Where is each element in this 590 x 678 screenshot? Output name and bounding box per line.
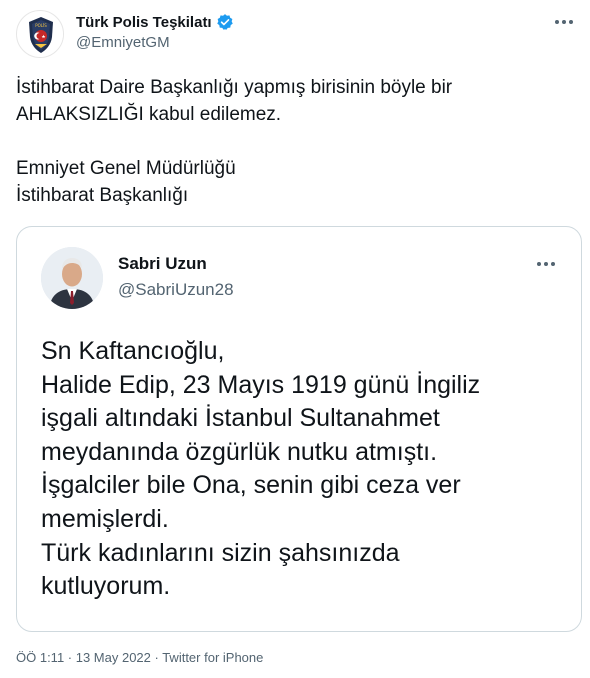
quoted-display-name[interactable]: Sabri Uzun: [118, 254, 207, 274]
quoted-line: Halide Edip, 23 Mayıs 1919 günü İngiliz: [41, 370, 481, 399]
quoted-line: Türk kadınlarını sizin şahsınızda: [41, 538, 400, 567]
quoted-line: kutluyorum.: [41, 572, 171, 601]
verified-badge-icon: [216, 14, 233, 30]
avatar[interactable]: POLİS: [16, 10, 64, 58]
tweet-header: POLİS Türk Polis Teşkilatı @EmniyetGM: [16, 10, 576, 62]
quoted-more-button[interactable]: [533, 254, 559, 274]
quoted-line: Sn Kaftancıoğlu,: [41, 337, 225, 365]
tweet-line: İstihbarat Daire Başkanlığı yapmış biris…: [16, 77, 453, 98]
tweet-line: İstihbarat Başkanlığı: [16, 185, 189, 206]
quoted-line: İşgalciler bile Ona, senin gibi ceza ver: [41, 471, 461, 500]
quoted-line: işgali altındaki İstanbul Sultanahmet: [41, 404, 440, 433]
quoted-tweet-text: Sn Kaftancıoğlu, Halide Edip, 23 Mayıs 1…: [41, 335, 571, 604]
more-dots-icon: [537, 262, 555, 266]
quoted-avatar[interactable]: [41, 247, 103, 309]
more-dots-icon: [555, 20, 573, 24]
tweet-timestamp[interactable]: ÖÖ 1:11 · 13 May 2022 · Twitter for iPho…: [16, 650, 263, 665]
quoted-tweet-card[interactable]: Sabri Uzun @SabriUzun28 Sn Kaftancıoğlu,…: [16, 226, 582, 632]
author-display-name[interactable]: Türk Polis Teşkilatı: [76, 14, 212, 31]
tweet-line: AHLAKSIZLIĞI kabul edilemez.: [16, 104, 282, 125]
quoted-handle[interactable]: @SabriUzun28: [118, 280, 234, 300]
quoted-line: meydanında özgürlük nutku atmıştı.: [41, 437, 438, 466]
quoted-line: memişlerdi.: [41, 504, 169, 533]
author-name-row: Türk Polis Teşkilatı: [76, 13, 234, 31]
tweet-line: Emniyet Genel Müdürlüğü: [16, 158, 236, 179]
svg-text:POLİS: POLİS: [35, 23, 47, 28]
police-emblem-icon: POLİS: [19, 13, 63, 57]
person-portrait-icon: [41, 247, 103, 309]
tweet-text: İstihbarat Daire Başkanlığı yapmış biris…: [16, 74, 576, 209]
author-handle[interactable]: @EmniyetGM: [76, 34, 170, 51]
more-options-button[interactable]: [552, 12, 576, 32]
